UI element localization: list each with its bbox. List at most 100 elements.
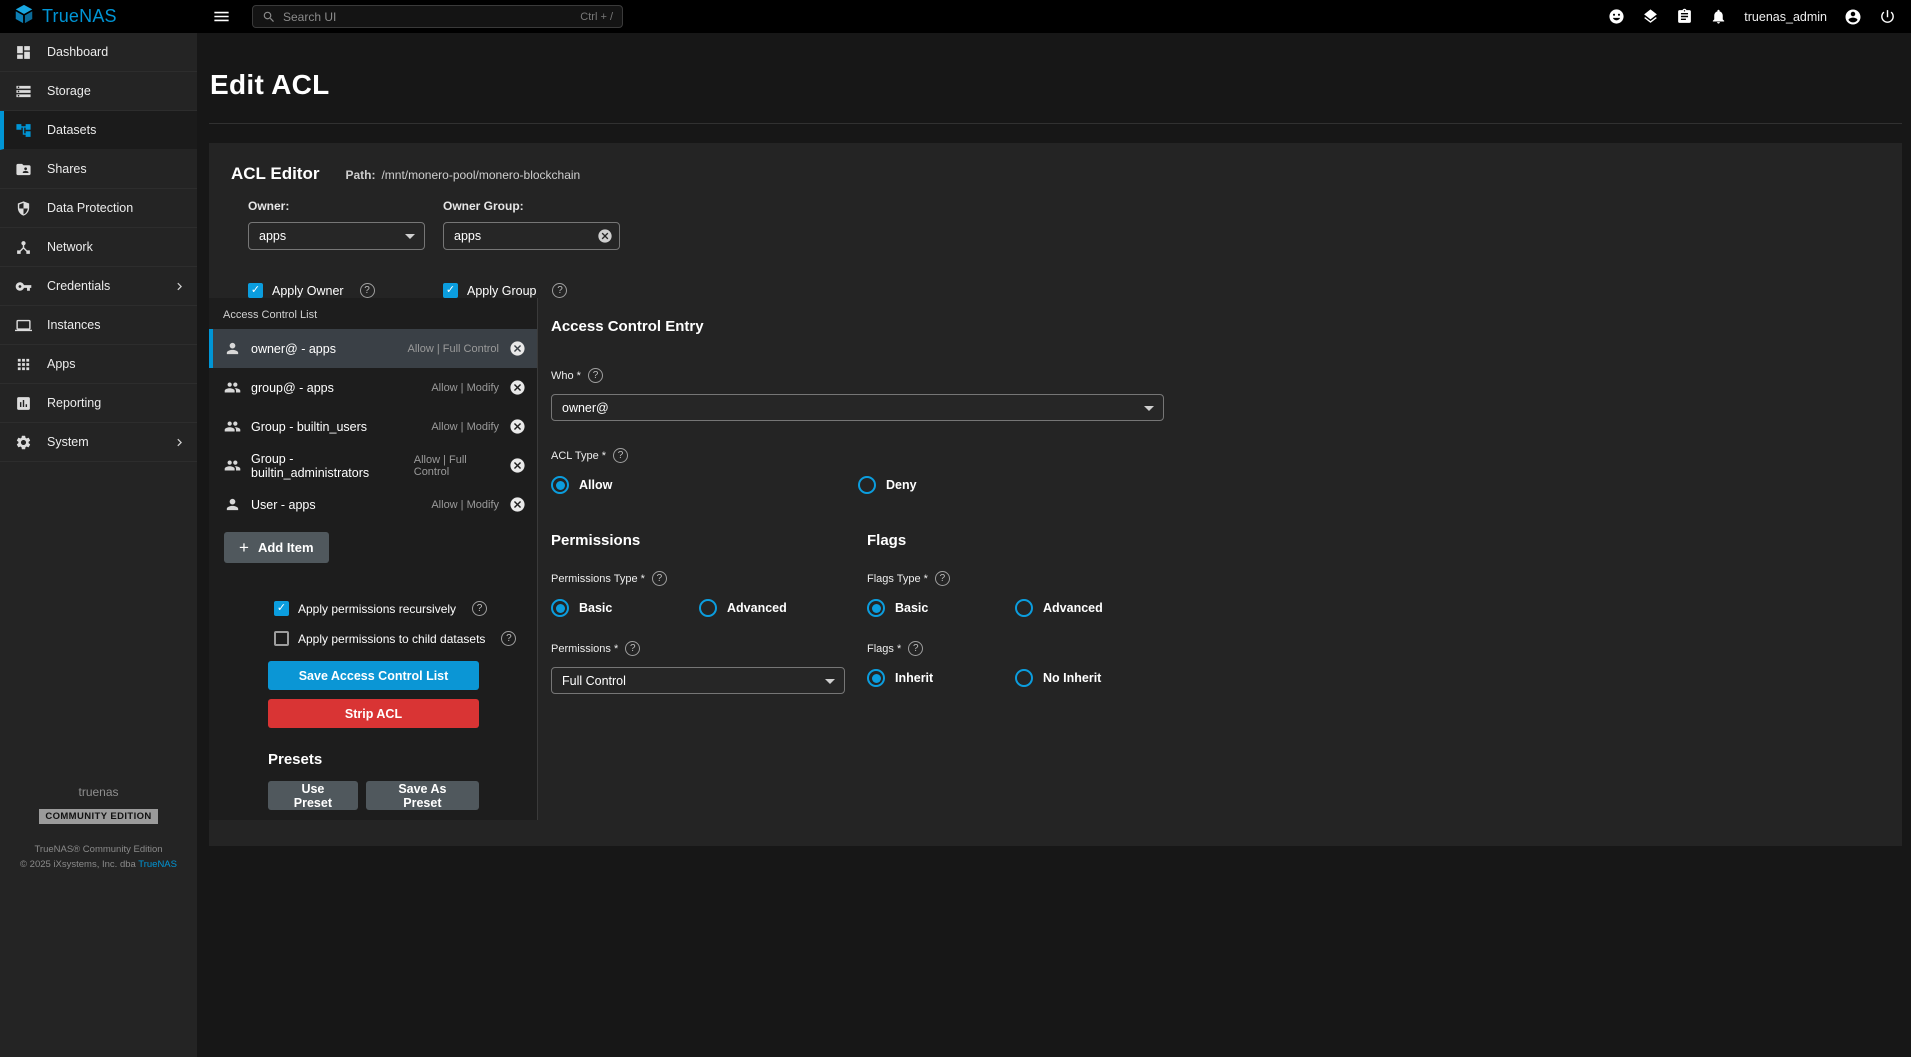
flags-type-advanced-radio[interactable]: Advanced xyxy=(1015,599,1103,617)
title-divider xyxy=(209,123,1902,124)
acl-entry-name: group@ - apps xyxy=(251,381,334,395)
acl-entry-row[interactable]: owner@ - apps Allow | Full Control xyxy=(209,329,537,368)
child-datasets-checkbox[interactable] xyxy=(274,631,289,646)
chevron-right-icon xyxy=(172,435,187,450)
clear-icon[interactable] xyxy=(597,228,613,244)
permissions-value: Full Control xyxy=(562,674,626,688)
feedback-icon[interactable] xyxy=(1608,8,1625,25)
save-acl-button[interactable]: Save Access Control List xyxy=(268,661,479,690)
radio-label: Basic xyxy=(579,601,612,615)
delete-entry-icon[interactable] xyxy=(509,496,526,513)
owner-label: Owner: xyxy=(248,199,425,213)
flags-section: Flags Flags Type * ? Basic xyxy=(867,532,1183,694)
username-label[interactable]: truenas_admin xyxy=(1744,10,1827,24)
help-icon[interactable]: ? xyxy=(360,283,375,298)
sidebar-item-datasets[interactable]: Datasets xyxy=(0,111,197,150)
help-icon[interactable]: ? xyxy=(472,601,487,616)
radio-icon xyxy=(858,476,876,494)
app-root: TrueNAS Ctrl + / truenas_admi xyxy=(0,0,1911,1057)
sidebar-item-data-protection[interactable]: Data Protection xyxy=(0,189,197,228)
apply-owner-checkbox[interactable]: ✓ xyxy=(248,283,263,298)
brand-name: TrueNAS xyxy=(42,6,117,27)
account-icon[interactable] xyxy=(1844,8,1862,26)
child-datasets-row: Apply permissions to child datasets ? xyxy=(274,631,479,646)
delete-entry-icon[interactable] xyxy=(509,340,526,357)
sidebar-item-label: Reporting xyxy=(47,396,101,410)
radio-icon xyxy=(1015,599,1033,617)
acl-entry-permission: Allow | Full Control xyxy=(408,343,500,355)
menu-icon[interactable] xyxy=(212,7,231,26)
group-icon xyxy=(224,379,241,396)
strip-acl-button[interactable]: Strip ACL xyxy=(268,699,479,728)
search-icon xyxy=(262,10,276,24)
permissions-select[interactable]: Full Control xyxy=(551,667,845,694)
page-title: Edit ACL xyxy=(210,69,1911,101)
group-icon xyxy=(224,457,241,474)
help-icon[interactable]: ? xyxy=(613,448,628,463)
help-icon[interactable]: ? xyxy=(652,571,667,586)
sidebar-item-reporting[interactable]: Reporting xyxy=(0,384,197,423)
recursive-label: Apply permissions recursively xyxy=(298,602,456,616)
chevron-down-icon xyxy=(405,234,415,239)
sidebar-item-apps[interactable]: Apps xyxy=(0,345,197,384)
layers-icon[interactable] xyxy=(1642,8,1659,25)
help-icon[interactable]: ? xyxy=(908,641,923,656)
help-icon[interactable]: ? xyxy=(501,631,516,646)
datasets-icon xyxy=(15,122,32,139)
sidebar-item-storage[interactable]: Storage xyxy=(0,72,197,111)
acl-type-deny-radio[interactable]: Deny xyxy=(858,476,917,494)
owner-select[interactable]: apps xyxy=(248,222,425,250)
help-icon[interactable]: ? xyxy=(552,283,567,298)
user-icon xyxy=(224,340,241,357)
flags-type-basic-radio[interactable]: Basic xyxy=(867,599,1015,617)
use-preset-button[interactable]: Use Preset xyxy=(268,781,358,810)
delete-entry-icon[interactable] xyxy=(509,418,526,435)
acl-entry-row[interactable]: Group - builtin_users Allow | Modify xyxy=(209,407,537,446)
truenas-logo[interactable]: TrueNAS xyxy=(0,3,197,30)
acl-entry-row[interactable]: User - apps Allow | Modify xyxy=(209,485,537,524)
sidebar-item-system[interactable]: System xyxy=(0,423,197,462)
flags-no-inherit-radio[interactable]: No Inherit xyxy=(1015,669,1101,687)
child-datasets-label: Apply permissions to child datasets xyxy=(298,632,485,646)
search-input[interactable] xyxy=(283,10,573,24)
jobs-icon[interactable] xyxy=(1676,8,1693,25)
owner-group-select[interactable]: apps xyxy=(443,222,620,250)
permissions-type-advanced-radio[interactable]: Advanced xyxy=(699,599,787,617)
sidebar: Dashboard Storage Datasets Shares Data P… xyxy=(0,33,197,1057)
acl-entry-row[interactable]: group@ - apps Allow | Modify xyxy=(209,368,537,407)
power-icon[interactable] xyxy=(1879,8,1896,25)
owner-group-label: Owner Group: xyxy=(443,199,620,213)
help-icon[interactable]: ? xyxy=(935,571,950,586)
acl-entry-name: owner@ - apps xyxy=(251,342,336,356)
sidebar-item-label: Instances xyxy=(47,318,101,332)
sidebar-item-credentials[interactable]: Credentials xyxy=(0,267,197,306)
search-box[interactable]: Ctrl + / xyxy=(252,5,623,28)
sidebar-item-network[interactable]: Network xyxy=(0,228,197,267)
acl-entry-name: User - apps xyxy=(251,498,316,512)
sidebar-item-label: Storage xyxy=(47,84,91,98)
alerts-icon[interactable] xyxy=(1710,8,1727,25)
sidebar-item-instances[interactable]: Instances xyxy=(0,306,197,345)
save-as-preset-button[interactable]: Save As Preset xyxy=(366,781,479,810)
delete-entry-icon[interactable] xyxy=(509,457,526,474)
acl-entry-row[interactable]: Group - builtin_administrators Allow | F… xyxy=(209,446,537,485)
delete-entry-icon[interactable] xyxy=(509,379,526,396)
truenas-logo-icon xyxy=(13,3,35,30)
who-select[interactable]: owner@ xyxy=(551,394,1164,421)
chevron-down-icon xyxy=(1144,406,1154,411)
permissions-type-basic-radio[interactable]: Basic xyxy=(551,599,699,617)
sidebar-item-dashboard[interactable]: Dashboard xyxy=(0,33,197,72)
flags-inherit-radio[interactable]: Inherit xyxy=(867,669,1015,687)
acl-entry-name: Group - builtin_administrators xyxy=(251,452,404,480)
acl-type-allow-radio[interactable]: Allow xyxy=(551,476,858,494)
radio-icon xyxy=(867,599,885,617)
sidebar-item-shares[interactable]: Shares xyxy=(0,150,197,189)
acl-editor-heading: ACL Editor xyxy=(231,164,319,184)
add-item-button[interactable]: + Add Item xyxy=(224,532,329,563)
recursive-checkbox[interactable]: ✓ xyxy=(274,601,289,616)
apply-group-checkbox[interactable]: ✓ xyxy=(443,283,458,298)
help-icon[interactable]: ? xyxy=(588,368,603,383)
sidebar-item-label: Apps xyxy=(47,357,76,371)
truenas-link[interactable]: TrueNAS xyxy=(138,859,177,870)
help-icon[interactable]: ? xyxy=(625,641,640,656)
